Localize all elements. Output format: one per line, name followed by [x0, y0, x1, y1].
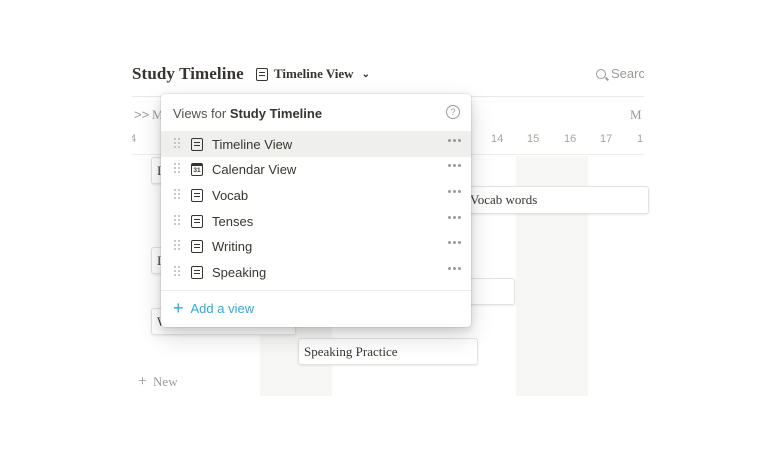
view-item-label: Tenses	[212, 213, 254, 229]
menu-divider	[161, 290, 471, 291]
doc-icon	[191, 214, 203, 228]
view-item-timeline[interactable]: Timeline View	[161, 131, 471, 157]
more-options-icon[interactable]	[448, 241, 461, 244]
menu-heading-name: Study Timeline	[229, 106, 323, 121]
day-number: 14	[491, 133, 504, 145]
more-options-icon[interactable]	[448, 164, 461, 167]
day-number: 16	[564, 133, 577, 145]
timeline-card-speaking-practice[interactable]: Speaking Practice	[298, 338, 478, 365]
search-label: Search	[611, 66, 644, 81]
view-item-label: Speaking	[212, 264, 267, 280]
more-options-icon[interactable]	[448, 216, 461, 219]
menu-heading-prefix: Views for	[173, 106, 230, 121]
view-item-writing[interactable]: Writing	[161, 233, 471, 259]
view-item-vocab[interactable]: Vocab	[161, 182, 471, 208]
views-menu: Views for Study Timeline ? Timeline View…	[161, 94, 471, 327]
timeline-card[interactable]	[464, 278, 515, 305]
timeline-card-vocab-words[interactable]: Vocab words	[464, 186, 649, 214]
month-label: M	[630, 107, 642, 122]
day-number: 4	[132, 133, 137, 145]
new-row-button[interactable]: + New	[138, 373, 178, 391]
more-options-icon[interactable]	[448, 190, 461, 193]
new-label: New	[153, 374, 178, 389]
doc-icon	[256, 67, 268, 81]
add-view-button[interactable]: + Add a view	[173, 298, 255, 318]
view-item-label: Writing	[212, 238, 253, 254]
view-switcher-label: Timeline View	[274, 66, 354, 81]
calendar-icon: 31	[191, 162, 203, 176]
doc-icon	[191, 137, 203, 151]
drag-handle-icon[interactable]	[174, 240, 181, 252]
doc-icon	[191, 239, 203, 253]
day-number: 17	[600, 133, 613, 145]
chevron-down-icon: ⌄	[361, 68, 370, 80]
view-item-label: Vocab	[212, 187, 249, 203]
view-switcher[interactable]: Timeline View ⌄	[256, 66, 370, 82]
page-title: Study Timeline	[132, 64, 244, 83]
more-options-icon[interactable]	[448, 267, 461, 270]
search-icon	[596, 68, 606, 79]
menu-heading: Views for Study Timeline	[173, 106, 322, 121]
day-number: 1	[637, 133, 644, 145]
plus-icon: +	[173, 298, 184, 318]
search-button[interactable]: Search	[596, 66, 644, 81]
expand-icon[interactable]: >>	[134, 107, 149, 122]
drag-handle-icon[interactable]	[174, 215, 181, 227]
view-item-tenses[interactable]: Tenses	[161, 208, 471, 234]
drag-handle-icon[interactable]	[174, 163, 181, 175]
doc-icon	[191, 265, 203, 279]
view-item-label: Calendar View	[212, 161, 297, 177]
drag-handle-icon[interactable]	[174, 189, 181, 201]
drag-handle-icon[interactable]	[174, 138, 181, 150]
view-item-calendar[interactable]: 31 Calendar View	[161, 156, 471, 182]
day-number: 15	[527, 133, 540, 145]
add-view-label: Add a view	[190, 300, 255, 316]
drag-handle-icon[interactable]	[174, 266, 181, 278]
view-item-label: Timeline View	[212, 136, 293, 152]
doc-icon	[191, 188, 203, 202]
more-options-icon[interactable]	[448, 139, 461, 142]
plus-icon: +	[138, 373, 148, 390]
help-icon[interactable]: ?	[446, 105, 460, 119]
view-item-speaking[interactable]: Speaking	[161, 259, 471, 285]
